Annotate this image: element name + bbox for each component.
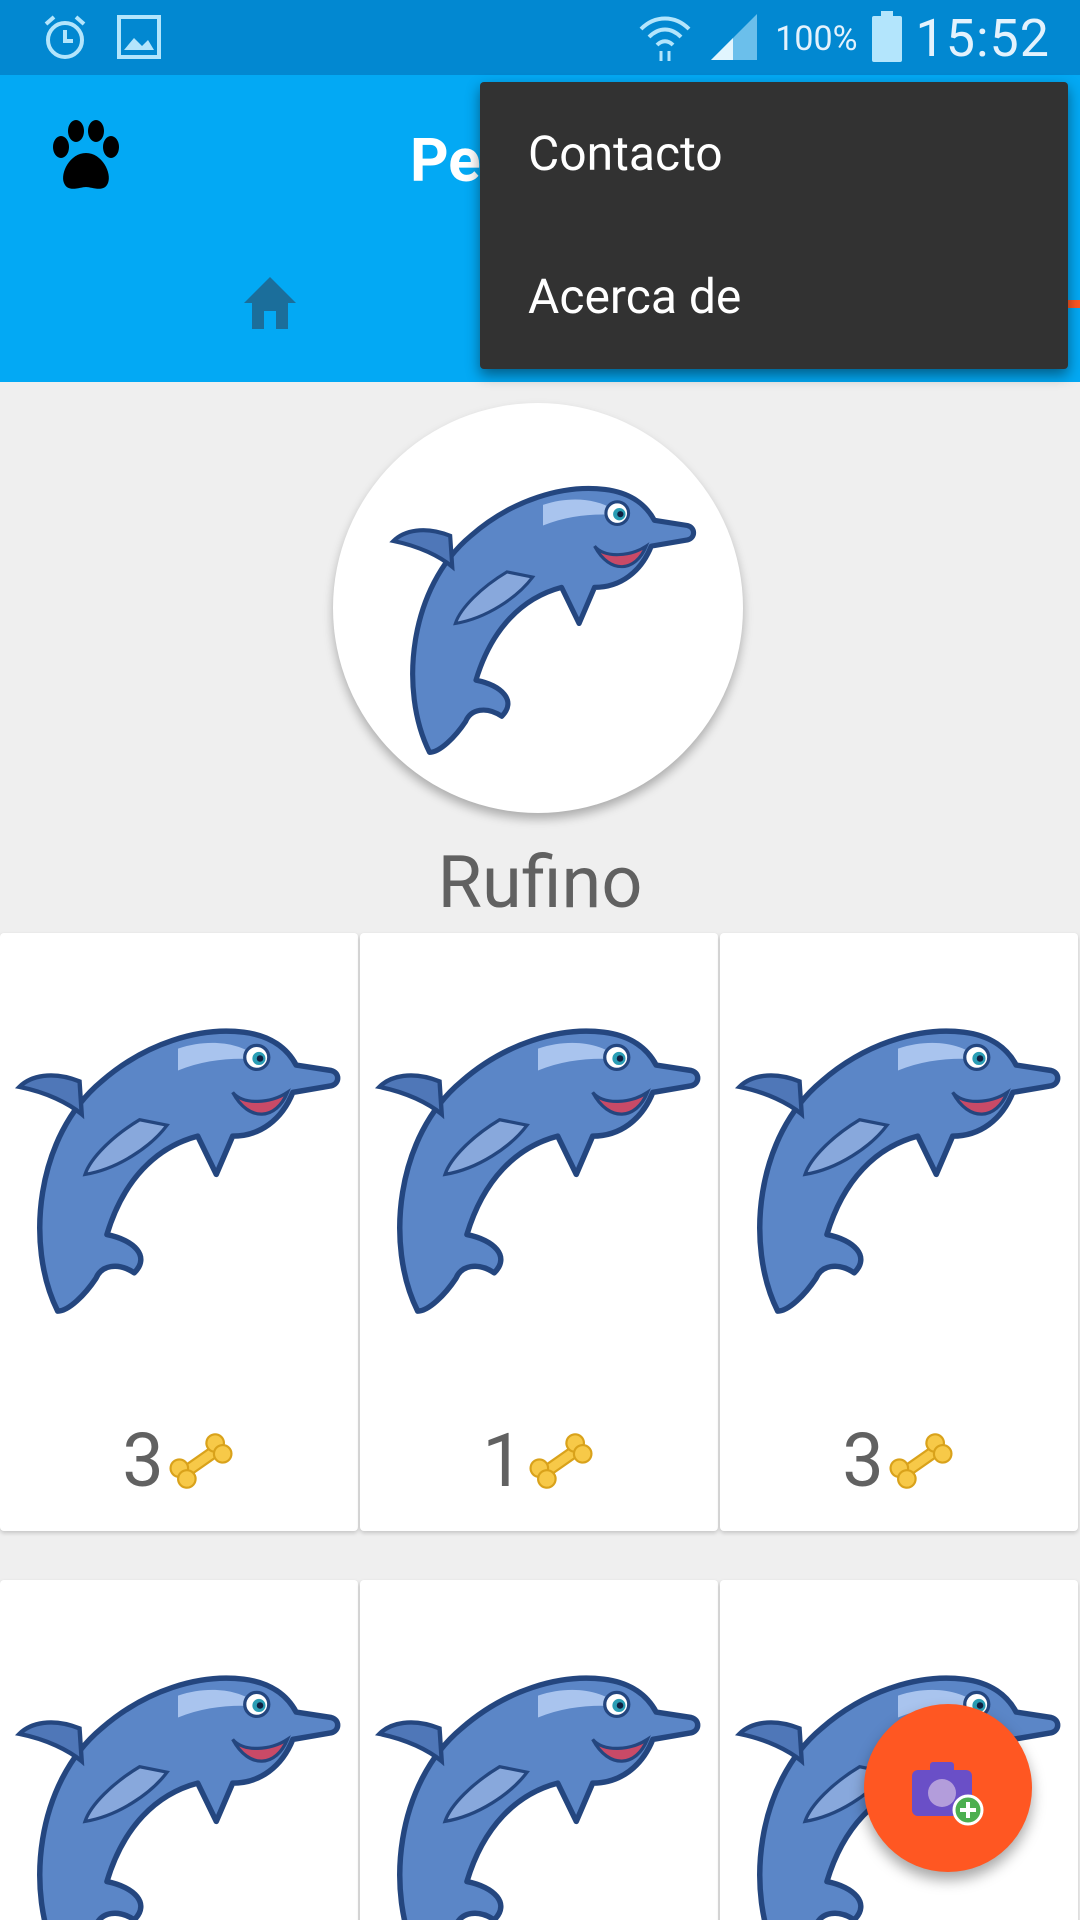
likes-count: 3: [720, 1413, 1078, 1505]
photo-card[interactable]: 3: [0, 933, 358, 1531]
menu-item-acerca-de[interactable]: Acerca de: [480, 225, 1068, 368]
dolphin-image: [368, 1630, 708, 1920]
bone-icon: [526, 1426, 596, 1496]
dolphin-image: [8, 1630, 348, 1920]
status-bar: 100% 15:52: [0, 0, 1080, 75]
photo-card[interactable]: [360, 1580, 718, 1920]
dolphin-image: [8, 983, 348, 1333]
bone-icon: [166, 1426, 236, 1496]
overflow-menu: Contacto Acerca de: [480, 82, 1068, 369]
photo-card[interactable]: 3: [720, 933, 1078, 1531]
likes-number: 3: [122, 1417, 164, 1505]
signal-icon: [707, 12, 761, 66]
add-photo-camera-icon: [912, 1762, 984, 1826]
screen: 100% 15:52 Pe Contacto Acerca de Rufino …: [0, 0, 1080, 1920]
likes-number: 3: [842, 1417, 884, 1505]
menu-item-contacto[interactable]: Contacto: [480, 82, 1068, 225]
likes-count: 1: [360, 1413, 718, 1505]
photo-card[interactable]: 1: [360, 933, 718, 1531]
app-title: Pe: [410, 125, 481, 196]
photo-card[interactable]: [0, 1580, 358, 1920]
likes-count: 3: [0, 1413, 358, 1505]
wifi-icon: [637, 11, 693, 67]
pet-name: Rufino: [437, 840, 643, 925]
clock: 15:52: [915, 8, 1050, 69]
status-left-icons: [40, 12, 162, 66]
home-icon: [240, 273, 300, 333]
dolphin-image: [728, 983, 1068, 1333]
battery-icon: [871, 10, 902, 67]
profile-avatar: [333, 403, 743, 813]
paw-icon: [46, 117, 126, 197]
image-icon: [116, 14, 162, 64]
battery-percent: 100%: [775, 18, 858, 59]
tab-home[interactable]: [0, 265, 540, 382]
status-right-icons: 100% 15:52: [637, 8, 1050, 69]
dolphin-image: [383, 443, 703, 773]
add-photo-button[interactable]: [864, 1704, 1032, 1872]
likes-number: 1: [482, 1417, 524, 1505]
dolphin-image: [368, 983, 708, 1333]
bone-icon: [886, 1426, 956, 1496]
alarm-icon: [40, 12, 90, 66]
